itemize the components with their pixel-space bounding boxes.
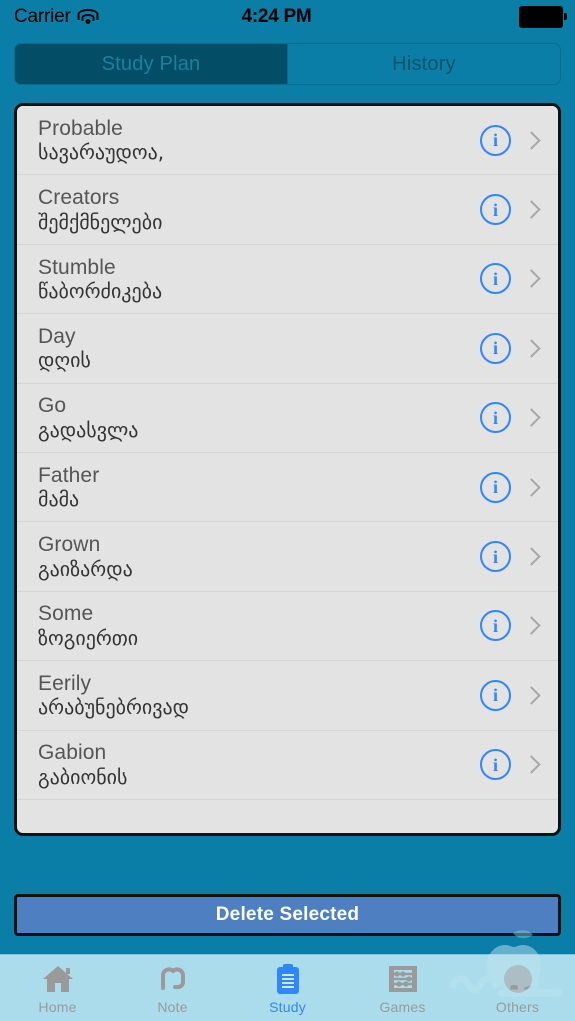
row-georgian-label: სავარაუდოა,: [38, 140, 165, 165]
row-texts: Probable სავარაუდოა,: [38, 117, 480, 164]
row-english-label: Stumble: [38, 255, 116, 279]
info-circle-icon[interactable]: i: [480, 610, 511, 642]
row-english-label: Probable: [38, 116, 123, 140]
tab-label: Games: [379, 998, 426, 1015]
status-bar-right: [363, 5, 575, 28]
info-circle-icon[interactable]: i: [480, 124, 511, 156]
info-circle-icon[interactable]: i: [480, 194, 511, 226]
tab-label: Study: [269, 998, 306, 1015]
tab-history[interactable]: History: [287, 44, 560, 84]
chevron-right-icon[interactable]: [522, 130, 541, 150]
chevron-right-icon[interactable]: [522, 339, 541, 358]
table-row[interactable]: Father მამა i: [17, 452, 558, 523]
home-icon: [42, 962, 74, 996]
chevron-right-icon[interactable]: [522, 755, 541, 774]
row-accessories: i: [480, 749, 558, 781]
tab-label: Others: [495, 998, 540, 1015]
row-texts: Gabion გაბიონის: [38, 741, 480, 788]
app-screen: Carrier 4:24 PM Study Plan History Proba…: [0, 0, 575, 1021]
table-row[interactable]: Gabion გაბიონის i: [17, 730, 558, 800]
info-circle-icon[interactable]: i: [480, 263, 511, 295]
row-english-label: Some: [38, 602, 94, 626]
info-circle-icon[interactable]: i: [480, 332, 511, 364]
info-circle-icon[interactable]: i: [480, 541, 511, 573]
row-accessories: i: [480, 679, 558, 711]
table-row[interactable]: Probable სავარაუდოა, i: [17, 106, 558, 176]
tab-games[interactable]: Games: [345, 955, 460, 1021]
circle-half-icon: [502, 962, 534, 996]
table-row[interactable]: Eerily არაბუნებრივად i: [17, 661, 558, 731]
segmented-control[interactable]: Study Plan History: [14, 43, 561, 85]
row-texts: Father მამა: [38, 464, 480, 511]
info-circle-icon[interactable]: i: [480, 679, 511, 711]
row-texts: Some ზოგიერთი: [38, 602, 480, 649]
row-texts: Go გადასვლა: [38, 394, 480, 441]
row-georgian-label: დღის: [38, 348, 91, 373]
status-bar: Carrier 4:24 PM: [0, 0, 575, 33]
table-row[interactable]: Some ზოგიერთი i: [17, 591, 558, 662]
row-georgian-label: გაბიონის: [38, 764, 128, 789]
row-georgian-label: გადასვლა: [38, 417, 139, 442]
row-english-label: Gabion: [38, 741, 107, 765]
table-row[interactable]: Day დღის i: [17, 314, 558, 384]
row-georgian-label: წაბორძიკება: [38, 279, 163, 304]
table-row[interactable]: Grown გაიზარდა i: [17, 522, 558, 592]
row-accessories: i: [480, 471, 558, 503]
table-row[interactable]: Go გადასვლა i: [17, 383, 558, 453]
row-texts: Grown გაიზარდა: [38, 533, 480, 580]
row-texts: Stumble წაბორძიკება: [38, 256, 480, 303]
chevron-right-icon[interactable]: [522, 200, 541, 219]
abacus-icon: [387, 962, 419, 996]
delete-selected-button[interactable]: Delete Selected: [14, 894, 561, 936]
row-texts: Day დღის: [38, 325, 480, 372]
tab-label: Home: [38, 998, 77, 1015]
row-english-label: Creators: [38, 186, 120, 210]
table-row[interactable]: Stumble წაბორძიკება i: [17, 244, 558, 315]
tab-study-plan[interactable]: Study Plan: [15, 44, 287, 84]
row-georgian-label: არაბუნებრივად: [38, 695, 190, 720]
row-accessories: i: [480, 194, 558, 226]
note-icon: [157, 962, 189, 996]
tab-others[interactable]: Others: [460, 955, 575, 1021]
info-circle-icon[interactable]: i: [480, 471, 511, 503]
info-circle-icon[interactable]: i: [480, 402, 511, 434]
tab-study[interactable]: Study: [230, 955, 345, 1021]
row-accessories: i: [480, 124, 558, 156]
row-georgian-label: ზოგიერთი: [38, 625, 139, 650]
chevron-right-icon[interactable]: [522, 686, 541, 705]
chevron-right-icon[interactable]: [522, 408, 541, 427]
row-accessories: i: [480, 541, 558, 573]
table-row[interactable]: Creators შემქმნელები i: [17, 175, 558, 245]
row-accessories: i: [480, 263, 558, 295]
row-accessories: i: [480, 402, 558, 434]
row-english-label: Eerily: [38, 671, 92, 695]
row-georgian-label: მამა: [38, 487, 80, 512]
tab-label: Note: [157, 998, 188, 1015]
clipboard-icon: [272, 962, 304, 996]
row-english-label: Day: [38, 324, 76, 348]
chevron-right-icon[interactable]: [522, 477, 541, 497]
chevron-right-icon[interactable]: [522, 269, 541, 289]
row-english-label: Go: [38, 394, 67, 418]
row-accessories: i: [480, 332, 558, 364]
row-georgian-label: გაიზარდა: [38, 556, 133, 581]
status-bar-left: Carrier: [0, 6, 214, 28]
row-georgian-label: შემქმნელები: [38, 209, 163, 234]
tab-note[interactable]: Note: [115, 955, 230, 1021]
row-texts: Eerily არაბუნებრივად: [38, 672, 480, 719]
row-accessories: i: [480, 610, 558, 642]
chevron-right-icon[interactable]: [522, 616, 541, 636]
study-plan-list[interactable]: Probable სავარაუდოა, i Creators შემქმნელები i…: [14, 103, 561, 836]
chevron-right-icon[interactable]: [522, 547, 541, 566]
tab-home[interactable]: Home: [0, 955, 115, 1021]
info-circle-icon[interactable]: i: [480, 749, 511, 781]
row-english-label: Father: [38, 463, 100, 487]
battery-full-icon: [519, 5, 567, 28]
row-english-label: Grown: [38, 533, 101, 557]
tab-bar[interactable]: Home Note Study Games Others: [0, 954, 575, 1021]
wifi-icon: [77, 9, 99, 24]
carrier-label: Carrier: [14, 5, 71, 27]
status-bar-clock: 4:24 PM: [241, 5, 312, 27]
row-texts: Creators შემქმნელები: [38, 186, 480, 233]
